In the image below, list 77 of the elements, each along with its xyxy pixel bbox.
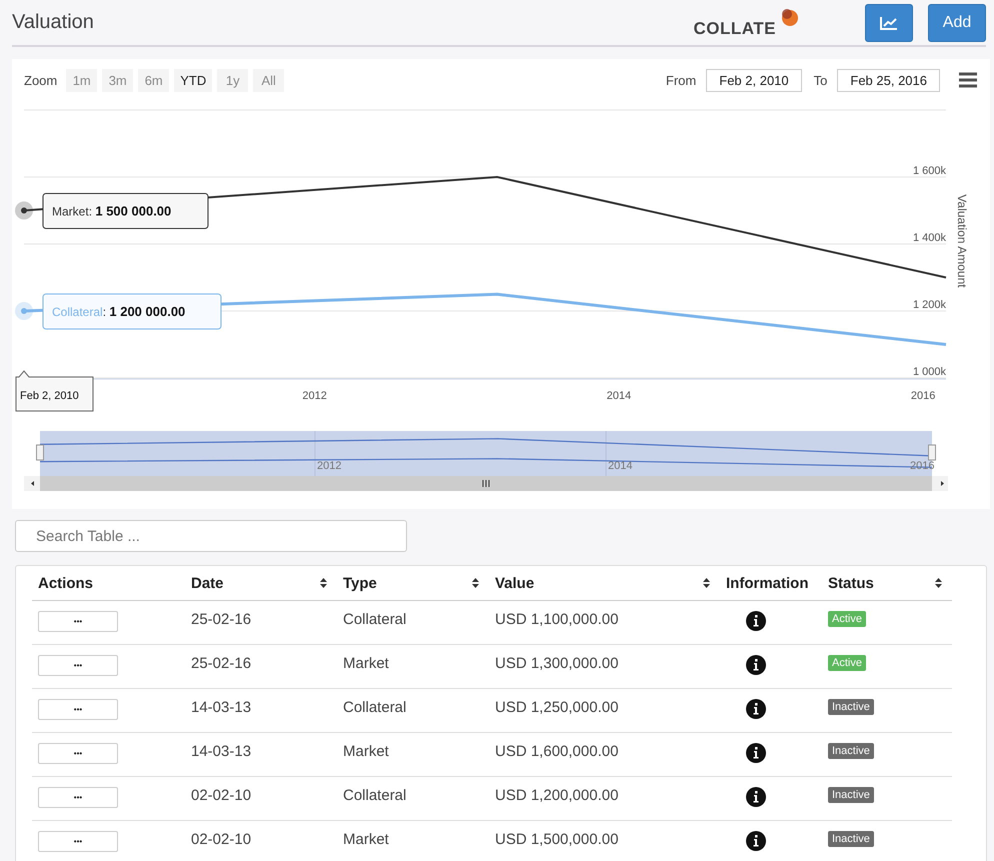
info-icon[interactable] — [746, 611, 766, 631]
value-cell: USD 1,500,000.00 — [495, 831, 618, 848]
series-label: Market — [52, 204, 90, 218]
from-label: From — [666, 72, 696, 88]
date-cell: 14-03-13 — [191, 743, 252, 760]
column-header: Information — [726, 574, 808, 592]
menu-icon[interactable] — [958, 72, 978, 88]
value-cell: USD 1,200,000.00 — [495, 787, 618, 804]
sort-icon[interactable] — [703, 578, 710, 588]
to-date-field[interactable]: Feb 25, 2016 — [837, 68, 940, 92]
to-label: To — [814, 72, 828, 88]
actions-button[interactable]: ••• — [38, 787, 118, 808]
info-icon[interactable] — [746, 787, 766, 807]
actions-button[interactable]: ••• — [38, 611, 118, 632]
type-cell: Collateral — [343, 787, 406, 804]
search-field[interactable]: Search Table ... — [15, 520, 407, 552]
column-header: Value — [495, 574, 534, 592]
sort-icon[interactable] — [935, 578, 942, 588]
date-cell: 25-02-16 — [191, 655, 252, 672]
date-cell: 02-02-10 — [191, 787, 252, 804]
type-cell: Collateral — [343, 611, 406, 628]
info-icon[interactable] — [746, 699, 766, 719]
column-header: Actions — [38, 574, 94, 592]
page-title: Valuation — [12, 11, 95, 34]
date-cell: 02-02-10 — [191, 831, 252, 848]
value-cell: USD 1,300,000.00 — [495, 655, 618, 672]
x-tick-label: 2014 — [606, 390, 632, 402]
scrollbar[interactable] — [24, 476, 948, 491]
actions-button[interactable]: ••• — [38, 743, 118, 764]
column-header: Date — [191, 574, 224, 592]
type-cell: Market — [343, 743, 389, 760]
sort-icon[interactable] — [472, 578, 479, 588]
status-badge: Inactive — [828, 787, 874, 803]
point-marker — [15, 302, 33, 320]
zoom-label: Zoom — [24, 72, 58, 88]
date-cell: 25-02-16 — [191, 611, 252, 628]
status-badge: Inactive — [828, 699, 874, 715]
actions-button[interactable]: ••• — [38, 831, 118, 852]
column-header: Type — [343, 574, 377, 592]
status-badge: Inactive — [828, 831, 874, 847]
from-date-field[interactable]: Feb 2, 2010 — [706, 68, 802, 92]
type-cell: Collateral — [343, 699, 406, 716]
series-label: Collateral — [52, 305, 103, 319]
y-tick-label: 1 400k — [912, 232, 946, 244]
y-tick-label: 1 200k — [912, 299, 946, 311]
column-header: Status — [828, 574, 874, 592]
status-badge: Active — [828, 611, 866, 627]
value-cell: USD 1,250,000.00 — [495, 699, 618, 716]
y-tick-label: 1 600k — [912, 165, 946, 177]
actions-button[interactable]: ••• — [38, 699, 118, 720]
value-cell: USD 1,100,000.00 — [495, 611, 618, 628]
status-badge: Active — [828, 655, 866, 671]
date-cell: 14-03-13 — [191, 699, 252, 716]
actions-button[interactable]: ••• — [38, 655, 118, 676]
date-tooltip: Feb 2, 2010 — [16, 370, 94, 412]
navigator-label: 2012 — [317, 460, 342, 472]
x-tick-label: 2016 — [910, 390, 936, 402]
y-axis-title: Valuation Amount — [955, 194, 969, 288]
info-icon[interactable] — [746, 743, 766, 763]
sort-icon[interactable] — [320, 578, 327, 588]
point-marker — [15, 202, 33, 220]
value-cell: USD 1,600,000.00 — [495, 743, 618, 760]
chart-button[interactable] — [865, 4, 913, 42]
add-button[interactable]: Add — [928, 4, 986, 42]
logo-text: COLLATE — [693, 18, 776, 38]
status-badge: Inactive — [828, 743, 874, 759]
type-cell: Market — [343, 655, 389, 672]
tooltip: Collateral: 1 200 000.00 — [42, 294, 222, 330]
navigator-label: 2014 — [608, 460, 632, 472]
tooltip: Market: 1 500 000.00 — [42, 193, 208, 229]
chart-icon — [880, 16, 898, 30]
type-cell: Market — [343, 831, 389, 848]
info-icon[interactable] — [746, 655, 766, 675]
zoom-button[interactable]: YTD — [174, 68, 212, 92]
y-tick-label: 1 000k — [912, 366, 946, 378]
x-tick-label: 2012 — [302, 390, 327, 402]
info-icon[interactable] — [746, 831, 766, 851]
